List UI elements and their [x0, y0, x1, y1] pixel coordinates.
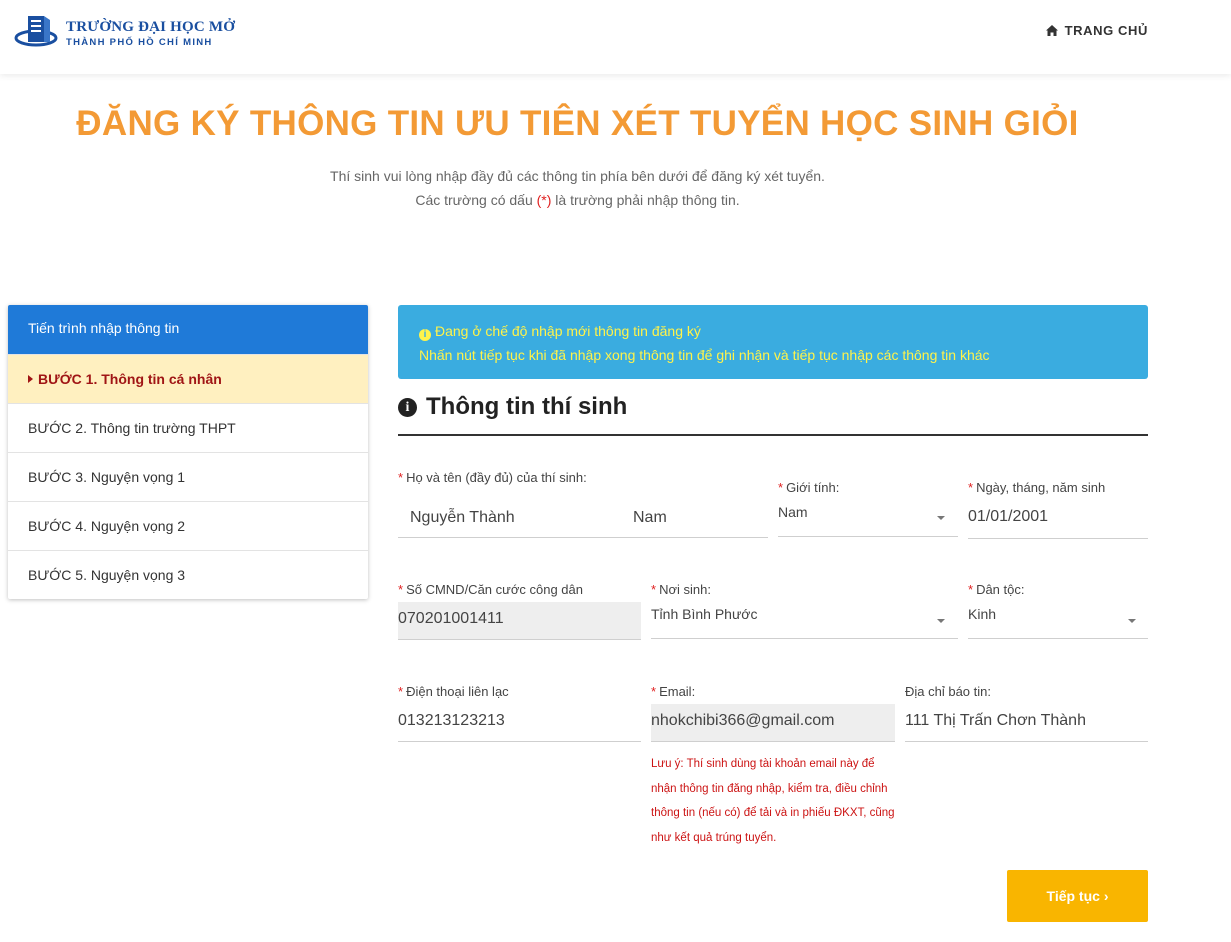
- step-4-preference-2[interactable]: BƯỚC 4. Nguyện vọng 2: [8, 501, 368, 550]
- first-name-input[interactable]: Nam: [633, 509, 667, 527]
- info-icon: i: [398, 398, 417, 417]
- email-label: * Email:: [651, 684, 696, 699]
- page-title: ĐĂNG KÝ THÔNG TIN ƯU TIÊN XÉT TUYỂN HỌC …: [76, 104, 1079, 143]
- phone-label: * Điện thoại liên lạc: [398, 684, 509, 699]
- logo-subtitle: THÀNH PHỐ HỒ CHÍ MINH: [66, 36, 213, 48]
- info-circle-icon: i: [419, 329, 431, 341]
- step-1-personal-info[interactable]: BƯỚC 1. Thông tin cá nhân: [8, 354, 368, 403]
- next-button[interactable]: Tiếp tục ›: [1007, 870, 1148, 922]
- chevron-down-icon: [937, 619, 945, 623]
- info-alert: i Đang ở chế độ nhập mới thông tin đăng k…: [398, 305, 1148, 379]
- section-title: i Thông tin thí sinh: [398, 393, 1148, 436]
- ethnicity-label: * Dân tộc:: [968, 582, 1025, 597]
- required-mark: (*): [536, 192, 552, 208]
- id-number-label: * Số CMND/Căn cước công dân: [398, 582, 583, 597]
- phone-field: * Điện thoại liên lạc 013213123213: [398, 684, 641, 742]
- logo-title: TRƯỜNG ĐẠI HỌC MỞ: [66, 18, 236, 35]
- phone-input[interactable]: 013213123213: [398, 704, 641, 742]
- last-name-input[interactable]: Nguyễn Thành: [410, 509, 515, 527]
- address-input[interactable]: 111 Thị Trấn Chơn Thành: [905, 704, 1148, 742]
- nav-home-label: TRANG CHỦ: [1064, 23, 1148, 38]
- email-field: * Email: nhokchibi366@gmail.com: [651, 684, 895, 742]
- address-label: Địa chỉ báo tin:: [905, 684, 991, 699]
- fullname-input-group: Nguyễn Thành Nam: [398, 500, 768, 538]
- sidebar-title: Tiến trình nhập thông tin: [8, 305, 368, 354]
- alert-line-2: Nhấn nút tiếp tục khi đã nhập xong thông…: [419, 347, 990, 363]
- step-label: BƯỚC 3. Nguyện vọng 1: [28, 469, 186, 485]
- fullname-field: * Họ và tên (đầy đủ) của thí sinh: Nguyễn…: [398, 470, 768, 538]
- section-title-text: Thông tin thí sinh: [426, 393, 628, 420]
- nav-home-link[interactable]: TRANG CHỦ: [1045, 23, 1148, 38]
- logo-mark-icon: [14, 14, 60, 52]
- dob-field: * Ngày, tháng, năm sinh 01/01/2001: [968, 480, 1148, 539]
- chevron-down-icon: [1128, 619, 1136, 623]
- gender-select[interactable]: Nam: [778, 496, 958, 537]
- dob-input[interactable]: 01/01/2001: [968, 500, 1148, 539]
- chevron-down-icon: [937, 516, 945, 520]
- step-3-preference-1[interactable]: BƯỚC 3. Nguyện vọng 1: [8, 452, 368, 501]
- home-icon: [1045, 25, 1058, 36]
- page-subtitle: Thí sinh vui lòng nhập đầy đủ các thông …: [0, 164, 1155, 212]
- id-number-input[interactable]: 070201001411: [398, 602, 641, 640]
- step-label: BƯỚC 2. Thông tin trường THPT: [28, 420, 236, 436]
- fullname-label: * Họ và tên (đầy đủ) của thí sinh:: [398, 470, 587, 485]
- birthplace-field: * Nơi sinh: Tỉnh Bình Phước: [651, 582, 958, 639]
- ethnicity-field: * Dân tộc: Kinh: [968, 582, 1148, 639]
- step-label: BƯỚC 4. Nguyện vọng 2: [28, 518, 186, 534]
- step-5-preference-3[interactable]: BƯỚC 5. Nguyện vọng 3: [8, 550, 368, 599]
- subtitle-line-2: Các trường có dấu (*) là trường phải nhậ…: [415, 192, 740, 208]
- step-label: BƯỚC 5. Nguyện vọng 3: [28, 567, 186, 583]
- gender-label: * Giới tính:: [778, 480, 840, 495]
- subtitle-line-1: Thí sinh vui lòng nhập đầy đủ các thông …: [330, 168, 825, 184]
- progress-sidebar: Tiến trình nhập thông tin BƯỚC 1. Thông …: [8, 305, 368, 599]
- birthplace-label: * Nơi sinh:: [651, 582, 711, 597]
- step-2-high-school[interactable]: BƯỚC 2. Thông tin trường THPT: [8, 403, 368, 452]
- step-label: BƯỚC 1. Thông tin cá nhân: [38, 371, 222, 387]
- header: TRƯỜNG ĐẠI HỌC MỞ THÀNH PHỐ HỒ CHÍ MINH …: [0, 0, 1231, 74]
- dob-label: * Ngày, tháng, năm sinh: [968, 480, 1106, 495]
- caret-right-icon: [28, 375, 33, 383]
- alert-line-1: i Đang ở chế độ nhập mới thông tin đăng k…: [419, 319, 1127, 343]
- university-logo[interactable]: TRƯỜNG ĐẠI HỌC MỞ THÀNH PHỐ HỒ CHÍ MINH: [14, 14, 235, 52]
- birthplace-select[interactable]: Tỉnh Bình Phước: [651, 598, 958, 639]
- email-input[interactable]: nhokchibi366@gmail.com: [651, 704, 895, 742]
- address-field: Địa chỉ báo tin: 111 Thị Trấn Chơn Thành: [905, 684, 1148, 742]
- id-number-field: * Số CMND/Căn cước công dân 070201001411: [398, 582, 641, 640]
- email-note: Lưu ý: Thí sinh dùng tài khoản email này…: [651, 758, 895, 844]
- ethnicity-select[interactable]: Kinh: [968, 598, 1148, 639]
- gender-field: * Giới tính: Nam: [778, 480, 958, 538]
